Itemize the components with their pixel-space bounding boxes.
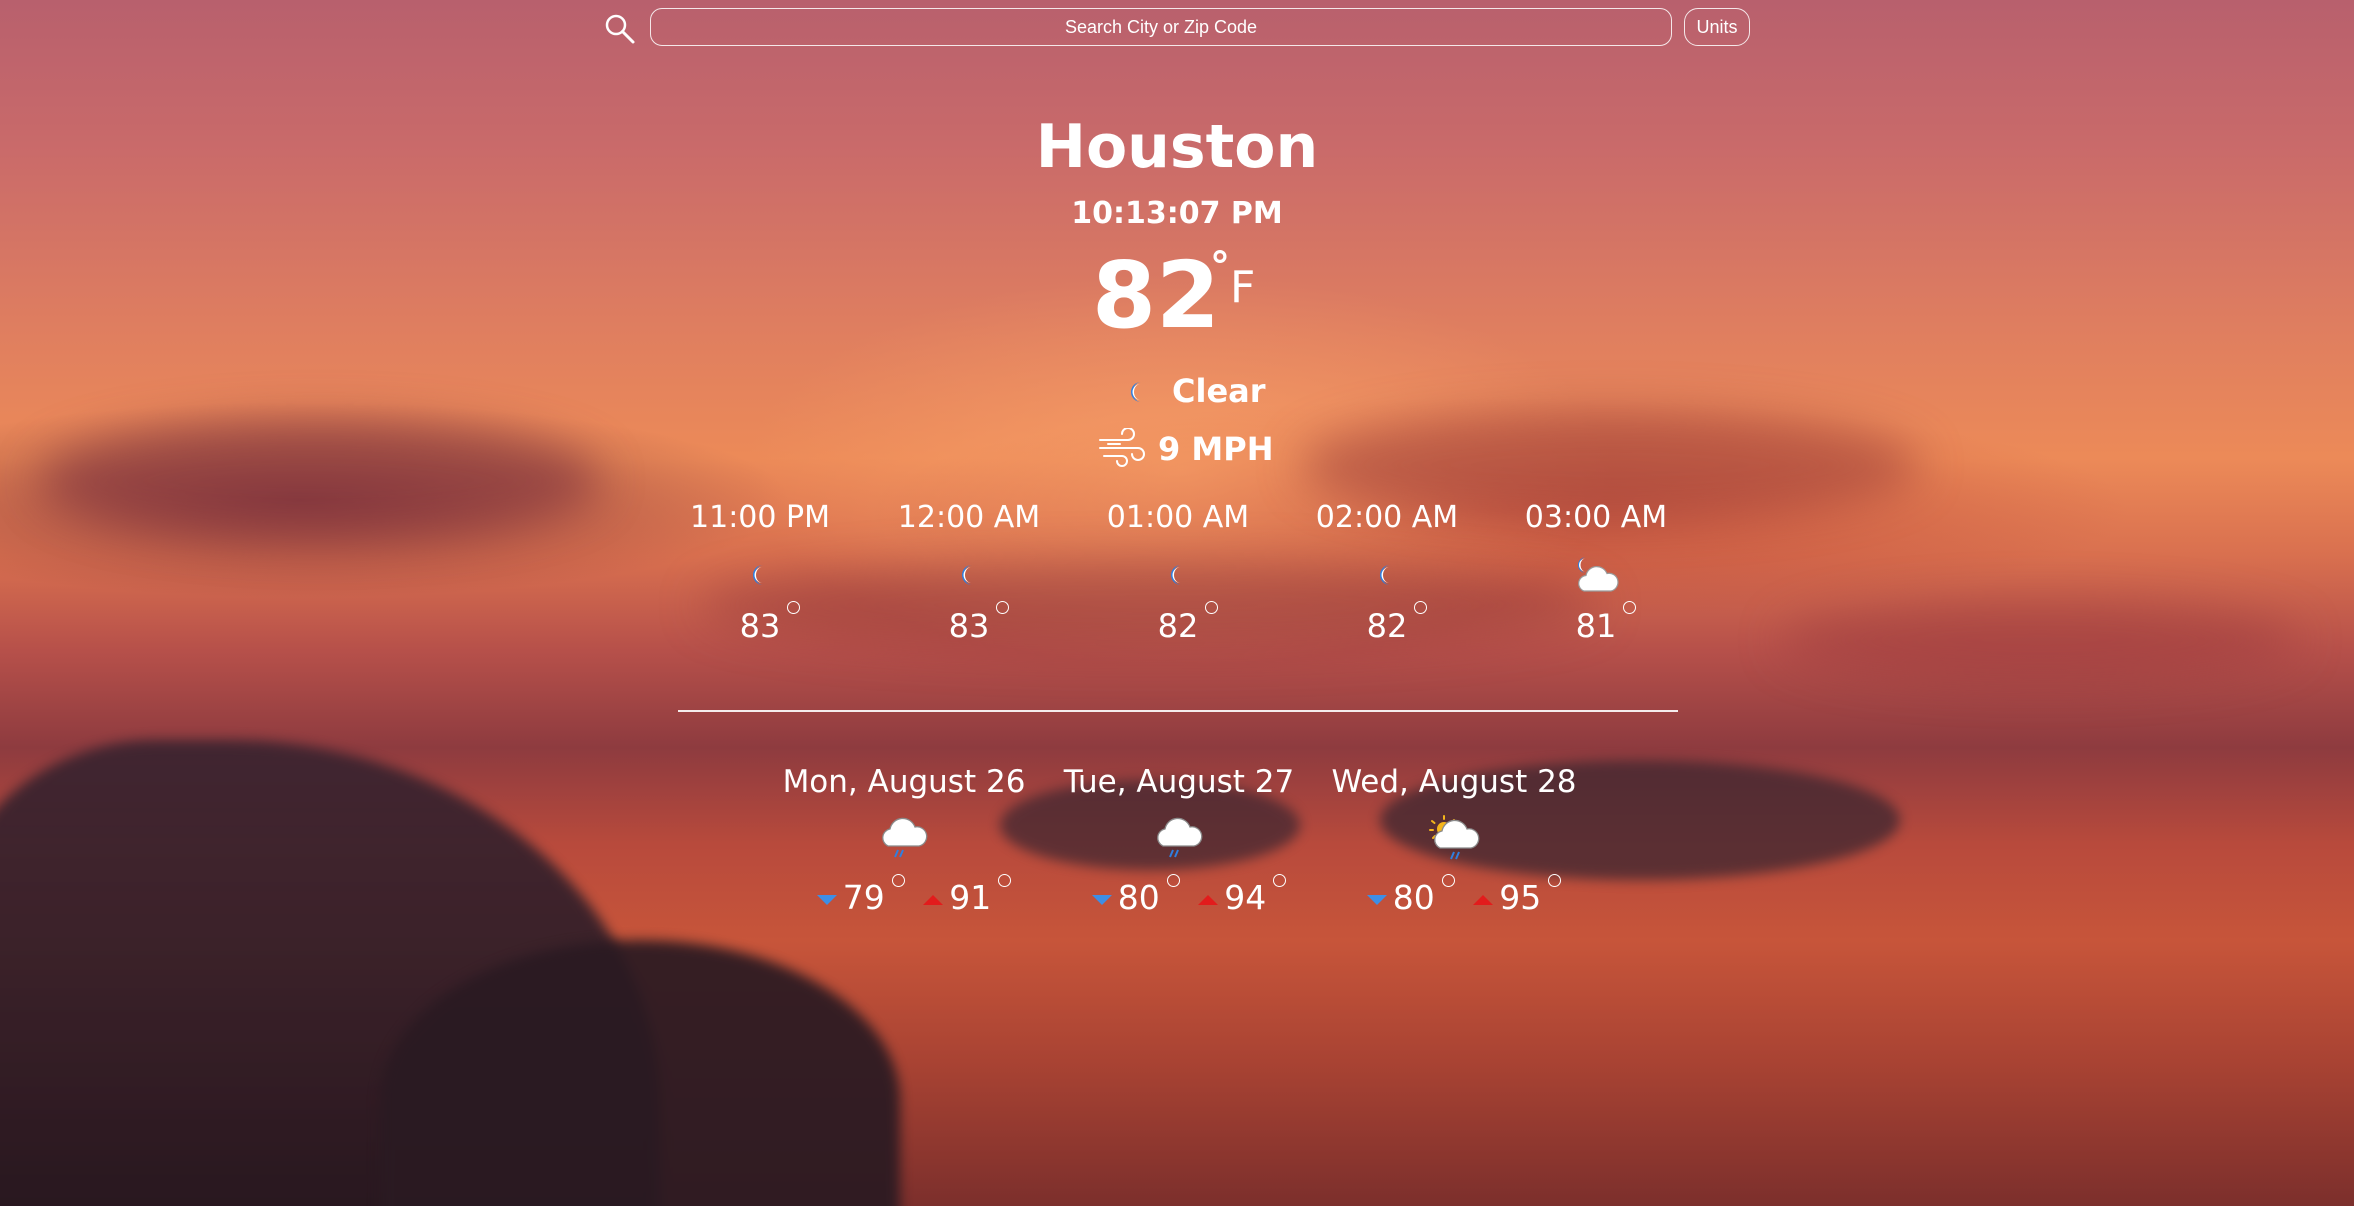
degree-icon xyxy=(998,874,1012,887)
weather-app: Units Houston 10:13:07 PM 82 ° F Clear 9… xyxy=(0,0,2354,1206)
daily-item: Wed, August 28 80 95 xyxy=(1324,764,1584,918)
hour-temp-value: 82 xyxy=(1157,607,1199,645)
units-button[interactable]: Units xyxy=(1684,8,1750,46)
low-temp-value: 79 xyxy=(842,878,885,917)
hour-temp-value: 81 xyxy=(1575,607,1617,645)
high-arrow-icon xyxy=(923,894,944,905)
hour-temp: 83 xyxy=(948,601,1010,645)
section-divider xyxy=(678,710,1678,712)
moon-icon xyxy=(753,565,763,585)
search-bar: Units xyxy=(604,8,1750,48)
wind-label: 9 MPH xyxy=(1158,430,1274,468)
low-temp-value: 80 xyxy=(1117,878,1160,917)
hour-temp-value: 83 xyxy=(948,607,990,645)
moon-cloud-icon xyxy=(1578,557,1619,592)
degree-icon xyxy=(1441,874,1455,887)
search-input[interactable] xyxy=(650,8,1672,46)
low-temp: 80 xyxy=(1091,874,1180,917)
high-temp-value: 95 xyxy=(1499,878,1542,917)
low-arrow-icon xyxy=(1091,894,1112,905)
condition-label: Clear xyxy=(1172,372,1266,410)
moon-icon xyxy=(1131,382,1141,402)
low-arrow-icon xyxy=(816,894,837,905)
moon-icon xyxy=(962,565,972,585)
high-temp-value: 91 xyxy=(949,878,992,917)
degree-icon xyxy=(1205,601,1219,614)
hour-time: 03:00 AM xyxy=(1524,500,1668,535)
day-name: Mon, August 26 xyxy=(782,764,1026,800)
day-name: Tue, August 27 xyxy=(1063,764,1295,800)
hour-time: 12:00 AM xyxy=(897,500,1041,535)
daily-item: Mon, August 26 79 91 xyxy=(774,764,1034,918)
degree-icon xyxy=(1548,874,1562,887)
hourly-forecast: 11:00 PM 83 12:00 AM 83 01:00 AM 82 02:0… xyxy=(0,500,2354,670)
rain-cloud-icon xyxy=(882,817,928,858)
rain-cloud-icon xyxy=(1157,817,1203,858)
hourly-item: 02:00 AM 82 xyxy=(1297,500,1477,645)
low-temp: 79 xyxy=(816,874,905,917)
hourly-item: 01:00 AM 82 xyxy=(1088,500,1268,645)
sun-rain-cloud-icon xyxy=(1429,815,1480,860)
hourly-item: 03:00 AM 81 xyxy=(1506,500,1686,645)
daily-item: Tue, August 27 80 94 xyxy=(1049,764,1309,918)
hour-temp: 81 xyxy=(1575,601,1637,645)
high-arrow-icon xyxy=(1473,894,1494,905)
temperature-unit: F xyxy=(1230,262,1256,313)
degree-icon xyxy=(996,601,1010,614)
degree-icon xyxy=(891,874,905,887)
degree-icon xyxy=(1273,874,1287,887)
hour-temp: 82 xyxy=(1157,601,1219,645)
degree-icon xyxy=(1414,601,1428,614)
moon-icon xyxy=(1380,565,1390,585)
hour-time: 11:00 PM xyxy=(690,500,830,535)
hour-temp-value: 83 xyxy=(739,607,781,645)
temperature-range: 79 91 xyxy=(774,874,1034,918)
hour-temp: 83 xyxy=(739,601,801,645)
degree-symbol: ° xyxy=(1210,244,1230,290)
search-icon[interactable] xyxy=(604,13,636,45)
high-temp: 91 xyxy=(923,874,1012,917)
hour-time: 02:00 AM xyxy=(1315,500,1459,535)
hourly-item: 11:00 PM 83 xyxy=(670,500,850,645)
temperature-range: 80 94 xyxy=(1049,874,1309,918)
moon-icon xyxy=(1171,565,1181,585)
degree-icon xyxy=(1623,601,1637,614)
city-name: Houston xyxy=(1035,112,1319,182)
low-arrow-icon xyxy=(1366,894,1387,905)
wind-icon xyxy=(1099,428,1145,467)
current-time: 10:13:07 PM xyxy=(1071,196,1283,231)
current-temperature: 82 ° F xyxy=(1090,242,1290,352)
hourly-item: 12:00 AM 83 xyxy=(879,500,1059,645)
low-temp-value: 80 xyxy=(1392,878,1435,917)
high-temp: 95 xyxy=(1473,874,1562,917)
high-arrow-icon xyxy=(1198,894,1219,905)
day-name: Wed, August 28 xyxy=(1331,764,1577,800)
hour-time: 01:00 AM xyxy=(1106,500,1250,535)
hour-temp: 82 xyxy=(1366,601,1428,645)
temperature-range: 80 95 xyxy=(1324,874,1584,918)
high-temp: 94 xyxy=(1198,874,1287,917)
low-temp: 80 xyxy=(1366,874,1455,917)
hour-temp-value: 82 xyxy=(1366,607,1408,645)
degree-icon xyxy=(1166,874,1180,887)
temperature-value: 82 xyxy=(1092,242,1221,349)
high-temp-value: 94 xyxy=(1224,878,1267,917)
degree-icon xyxy=(787,601,801,614)
